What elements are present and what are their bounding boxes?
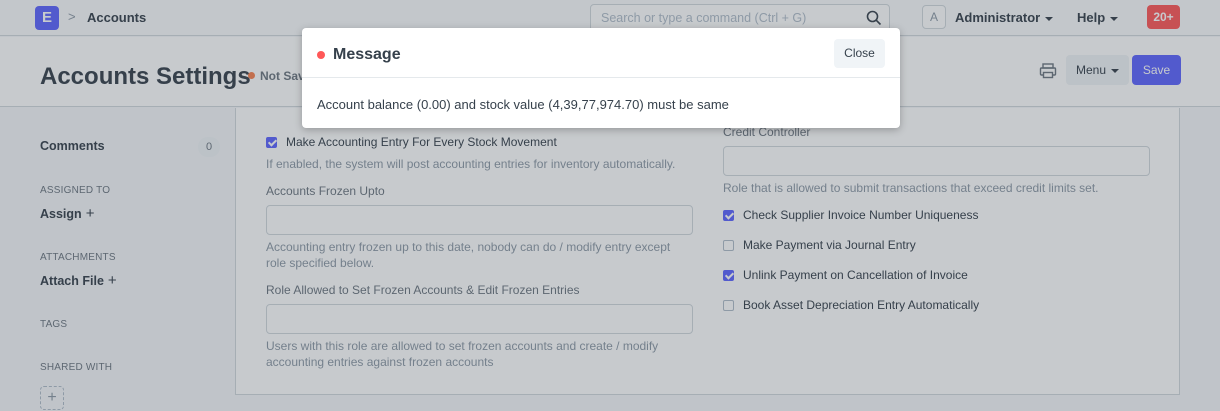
dialog-message: Account balance (0.00) and stock value (… (317, 97, 729, 112)
close-button[interactable]: Close (834, 39, 885, 68)
indicator-dot (317, 51, 325, 59)
dialog-title: Message (333, 46, 401, 63)
dialog-header: Message Close (302, 28, 900, 78)
message-dialog: Message Close Account balance (0.00) and… (302, 28, 900, 128)
